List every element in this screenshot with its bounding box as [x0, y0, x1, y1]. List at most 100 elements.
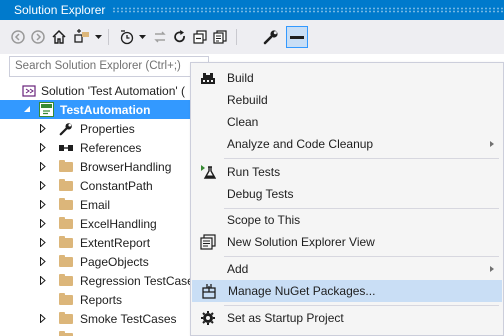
search-placeholder: Search Solution Explorer (Ctrl+;)	[15, 60, 181, 72]
forward-icon[interactable]	[30, 28, 46, 46]
sync-with-active-document-icon[interactable]	[152, 28, 168, 46]
folder-icon	[58, 197, 74, 213]
switch-views-icon[interactable]	[72, 28, 92, 46]
toolbar-separator	[108, 29, 109, 45]
tree-item[interactable]: ConstantPath	[0, 176, 200, 195]
build-icon	[200, 70, 216, 86]
tree-item-label: BrowserHandling	[80, 159, 172, 174]
submenu-arrow-icon	[490, 266, 494, 272]
tree-item[interactable]: References	[0, 138, 200, 157]
menu-item-label: Analyze and Code Cleanup	[227, 137, 374, 151]
pending-changes-filter-icon[interactable]	[118, 28, 136, 46]
solution-label: Solution 'Test Automation' (	[41, 83, 185, 98]
folder-icon	[58, 254, 74, 270]
menu-item-label: Clean	[227, 115, 259, 129]
tree-item-label: Properties	[80, 121, 135, 136]
tree-item-label: ConstantPath	[80, 178, 153, 193]
chevron-down-icon[interactable]	[138, 28, 146, 46]
menu-separator	[224, 256, 499, 257]
menu-item-build[interactable]: Build	[192, 67, 502, 89]
expand-arrow-icon[interactable]	[38, 313, 48, 323]
tree-item[interactable]: BrowserHandling	[0, 157, 200, 176]
tree-item-label: Email	[80, 197, 111, 212]
toolbar	[0, 20, 504, 54]
menu-item-label: Run Tests	[227, 165, 281, 179]
title-bar[interactable]: Solution Explorer	[0, 0, 504, 20]
tree-item[interactable]: Properties	[0, 119, 200, 138]
folder-icon	[58, 330, 74, 336]
menu-item-run-tests[interactable]: Run Tests	[192, 161, 502, 183]
csharp-project-icon	[38, 102, 54, 118]
menu-item-label: Rebuild	[227, 93, 268, 107]
expand-arrow-icon[interactable]	[38, 161, 48, 171]
collapse-all-icon[interactable]	[192, 28, 208, 46]
home-icon[interactable]	[50, 28, 68, 46]
menu-item-new-view[interactable]: New Solution Explorer View	[192, 231, 502, 253]
menu-item-startup[interactable]: Set as Startup Project	[192, 307, 502, 329]
submenu-arrow-icon	[490, 141, 494, 147]
collapse-arrow-icon[interactable]	[22, 104, 32, 114]
menu-item-add[interactable]: Add	[192, 258, 502, 280]
menu-item-debug-tests[interactable]: Debug Tests	[192, 183, 502, 205]
back-icon[interactable]	[10, 28, 26, 46]
tree-item[interactable]: Regression TestCases	[0, 271, 200, 290]
preview-selected-items-button[interactable]	[286, 26, 308, 48]
menu-item-analyze[interactable]: Analyze and Code Cleanup	[192, 133, 502, 155]
solution-icon	[21, 83, 37, 99]
expand-arrow-icon[interactable]	[38, 142, 48, 152]
menu-item-rebuild[interactable]: Rebuild	[192, 89, 502, 111]
refresh-icon[interactable]	[172, 28, 188, 46]
menu-item-clean[interactable]: Clean	[192, 111, 502, 133]
title-grip	[112, 7, 504, 13]
search-input[interactable]: Search Solution Explorer (Ctrl+;)	[9, 56, 209, 77]
tree-item[interactable]: ExcelHandling	[0, 214, 200, 233]
chevron-down-icon[interactable]	[94, 28, 102, 46]
show-all-files-icon[interactable]	[212, 28, 228, 46]
tree-item[interactable]: Smoke TestCases	[0, 309, 200, 328]
folder-icon	[58, 273, 74, 289]
tree-item[interactable]: PageObjects	[0, 252, 200, 271]
tree-item-label: Regression TestCases	[80, 273, 200, 288]
references-icon	[58, 140, 74, 156]
menu-item-label: New Solution Explorer View	[227, 235, 375, 249]
wrench-icon[interactable]	[262, 28, 280, 46]
new-solution-explorer-view-icon	[200, 234, 216, 250]
folder-icon	[58, 235, 74, 251]
expand-arrow-icon[interactable]	[38, 256, 48, 266]
tree-item[interactable]: Email	[0, 195, 200, 214]
wrench-icon	[58, 121, 74, 137]
nuget-icon	[201, 283, 217, 299]
menu-item-label: Build	[227, 71, 254, 85]
folder-icon	[58, 292, 74, 308]
gear-icon	[200, 310, 216, 326]
project-label: TestAutomation	[60, 102, 151, 117]
tree-item[interactable]: Reports	[0, 290, 200, 309]
menu-item-label: Manage NuGet Packages...	[228, 284, 376, 298]
folder-icon	[58, 159, 74, 175]
menu-separator	[224, 305, 499, 306]
expand-arrow-icon[interactable]	[38, 237, 48, 247]
tree-item[interactable]	[0, 328, 200, 336]
menu-separator	[224, 158, 499, 159]
expand-arrow-icon[interactable]	[38, 180, 48, 190]
tree-item-label: ExtentReport	[80, 235, 151, 250]
expand-arrow-icon[interactable]	[38, 123, 48, 133]
expand-arrow-icon[interactable]	[38, 218, 48, 228]
tree-item-label: ExcelHandling	[80, 216, 157, 231]
solution-tree: Solution 'Test Automation' ( TestAutomat…	[0, 80, 200, 336]
menu-item-label: Set as Startup Project	[227, 311, 344, 325]
menu-item-label: Debug Tests	[227, 187, 294, 201]
menu-item-nuget[interactable]: Manage NuGet Packages...	[192, 280, 502, 302]
tree-item-label: Reports	[80, 292, 123, 307]
tree-solution-row[interactable]: Solution 'Test Automation' (	[0, 81, 200, 100]
menu-item-scope[interactable]: Scope to This	[192, 209, 502, 231]
window-title: Solution Explorer	[14, 3, 106, 17]
folder-icon	[58, 178, 74, 194]
expand-arrow-icon[interactable]	[38, 199, 48, 209]
tree-item-label: References	[80, 140, 142, 155]
tree-project-row[interactable]: TestAutomation	[0, 100, 200, 119]
context-menu: Build Rebuild Clean Analyze and Code Cle…	[190, 62, 504, 336]
folder-icon	[58, 216, 74, 232]
expand-arrow-icon[interactable]	[38, 275, 48, 285]
tree-item[interactable]: ExtentReport	[0, 233, 200, 252]
